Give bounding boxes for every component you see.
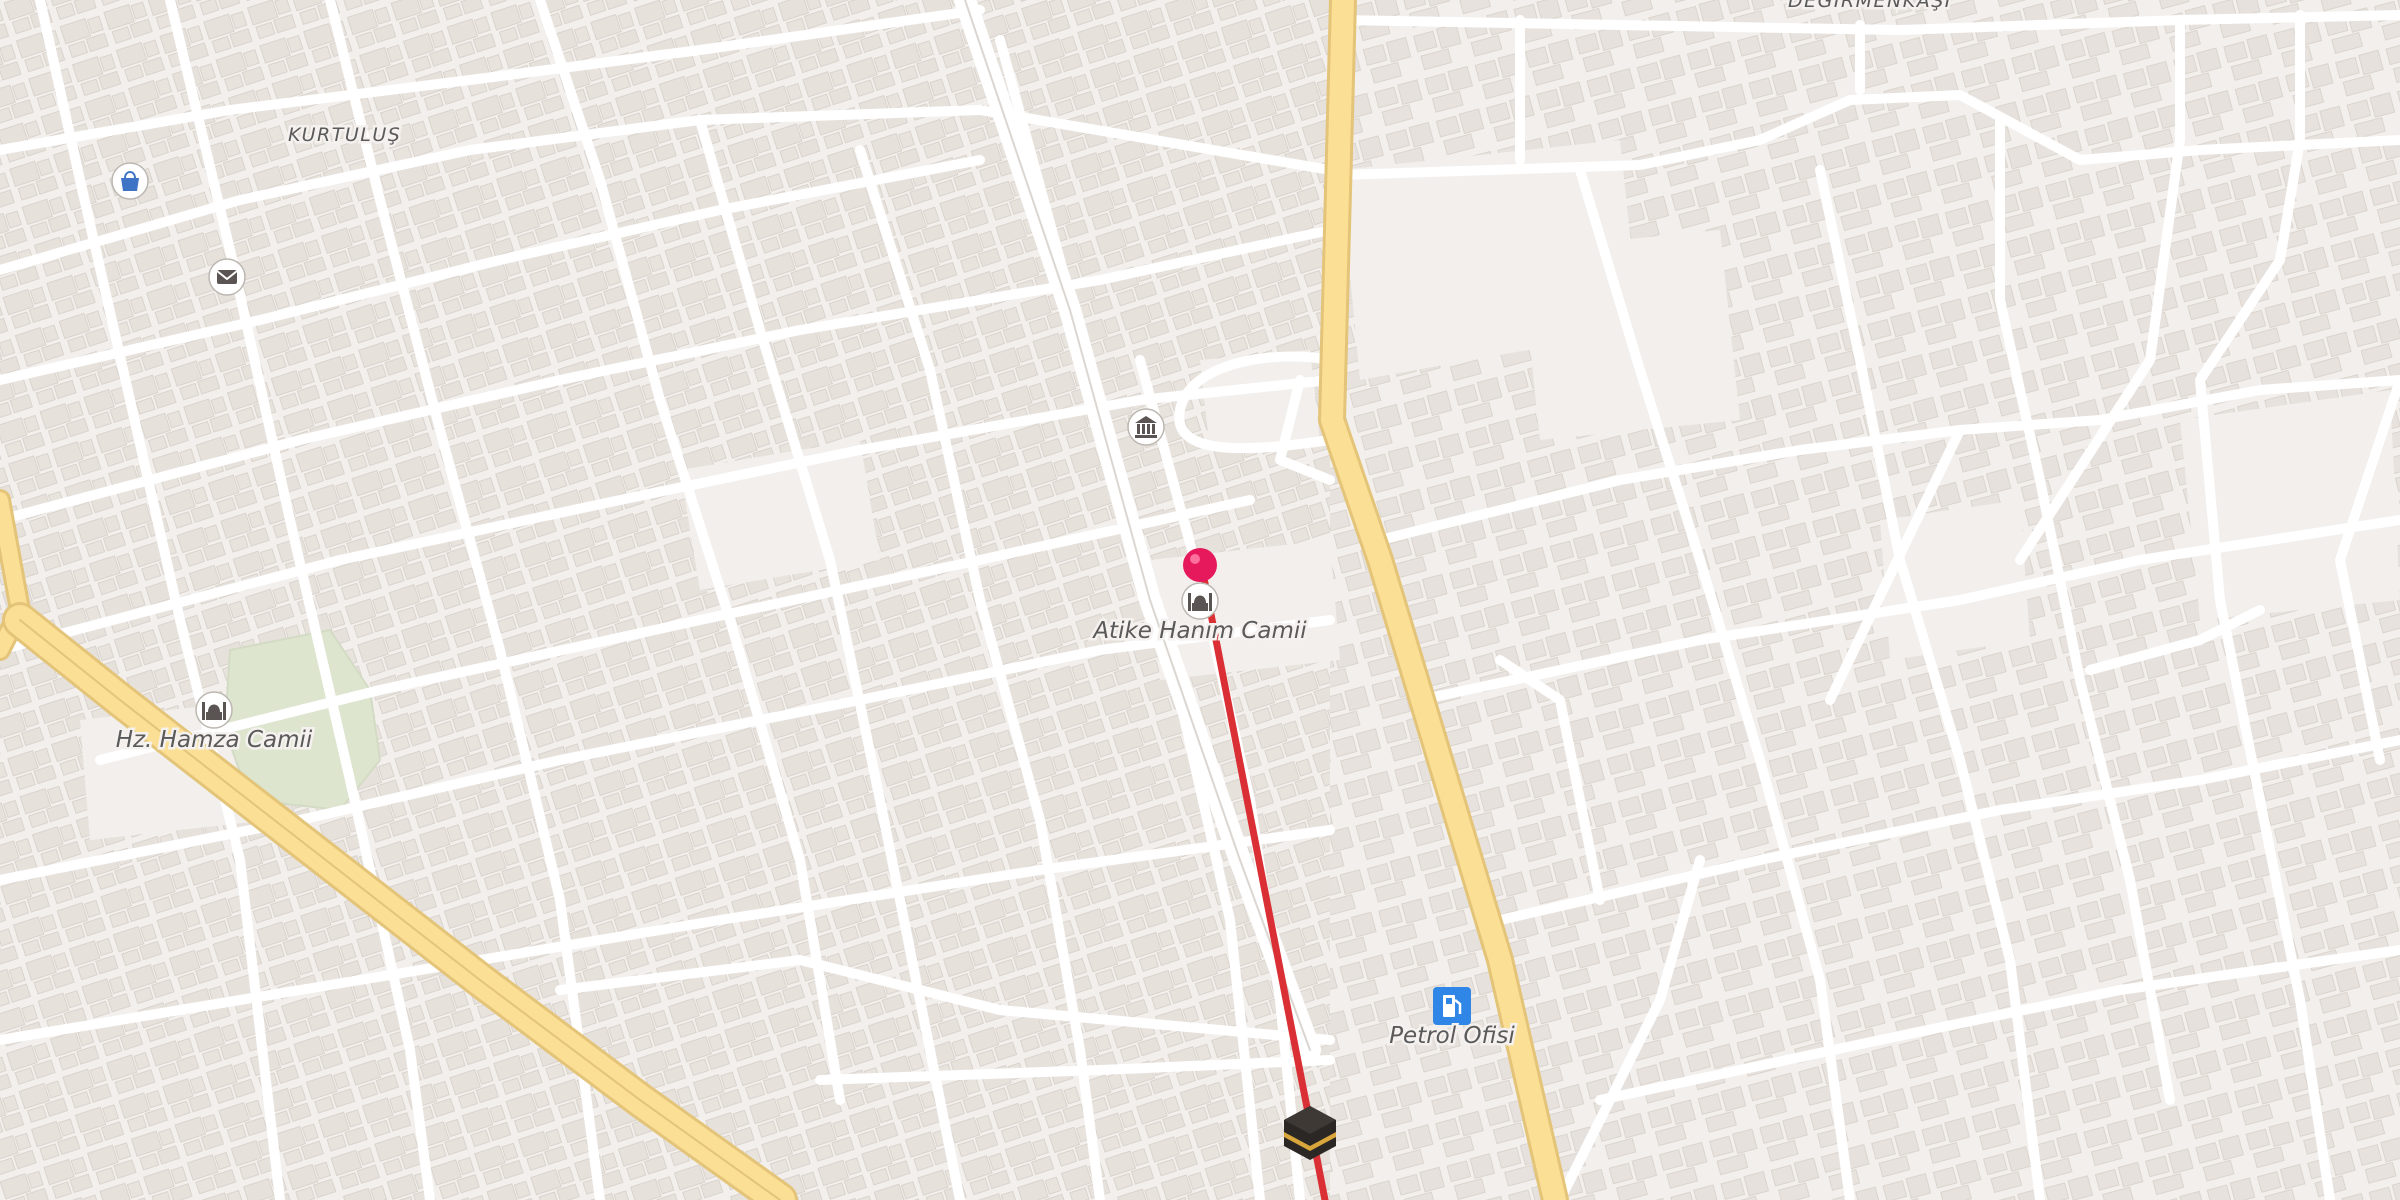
location-pin[interactable] — [1183, 548, 1217, 582]
envelope-icon — [216, 270, 238, 284]
museum-poi[interactable] — [1127, 408, 1165, 446]
location-pin-icon — [1183, 548, 1217, 582]
area-label-kurtulus: KURTULUŞ — [288, 124, 401, 146]
poi-label-atike-hanim-camii: Atike Hanım Camii — [1091, 618, 1307, 644]
poi-label-hz-hamza-camii: Hz. Hamza Camii — [116, 727, 313, 753]
atike-hanim-camii-poi[interactable] — [1181, 582, 1219, 620]
shop-poi[interactable] — [111, 162, 149, 200]
post-office-poi[interactable] — [208, 258, 246, 296]
petrol-ofisi-poi[interactable] — [1433, 987, 1471, 1025]
hz-hamza-camii-poi[interactable] — [195, 691, 233, 729]
map-canvas[interactable]: KURTULUŞ DEĞİRMENKAŞI Atike Hanım Camii … — [0, 0, 2400, 1200]
area-label-degirmenkasi: DEĞİRMENKAŞI — [1788, 0, 1952, 12]
poi-label-petrol-ofisi: Petrol Ofisi — [1389, 1023, 1515, 1049]
